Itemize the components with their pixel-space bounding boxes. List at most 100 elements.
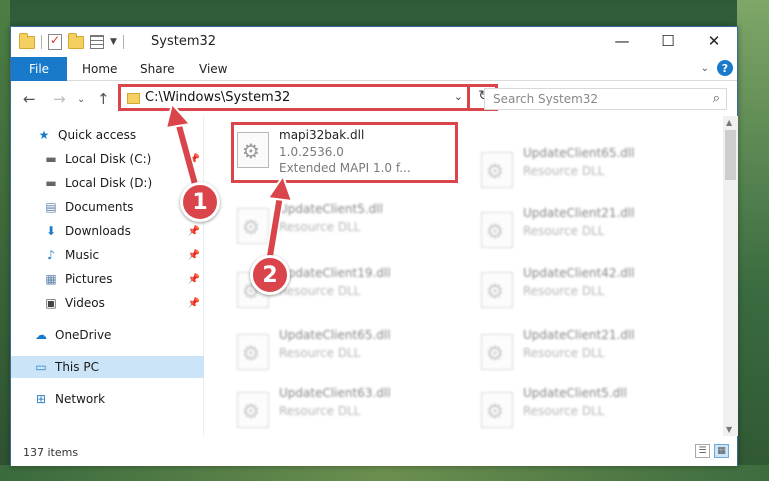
list-item[interactable]: UpdateClient65.dll Resource DLL <box>475 142 701 198</box>
file-name: UpdateClient5.dll <box>523 386 627 400</box>
list-item[interactable]: UpdateClient63.dll Resource DLL <box>231 382 457 436</box>
navigation-pane: ★ Quick access ▬ Local Disk (C:) 📌 ▬ Loc… <box>11 116 204 436</box>
sidebar-item-local-disk-d[interactable]: ▬ Local Disk (D:) <box>11 172 204 194</box>
sidebar-item-videos[interactable]: ▣ Videos 📌 <box>11 292 204 314</box>
sidebar-item-downloads[interactable]: ⬇ Downloads 📌 <box>11 220 204 242</box>
sidebar-item-label: This PC <box>55 360 99 374</box>
file-description: Extended MAPI 1.0 f... <box>279 161 411 175</box>
address-bar[interactable]: C:\Windows\System32 ⌄ ↻ <box>118 84 498 111</box>
list-item[interactable]: UpdateClient21.dll Resource DLL <box>475 324 701 380</box>
tab-view[interactable]: View <box>199 57 227 81</box>
file-name: UpdateClient63.dll <box>279 386 391 400</box>
pin-icon[interactable]: 📌 <box>188 154 200 165</box>
scroll-up-icon[interactable]: ▲ <box>726 118 732 127</box>
help-icon[interactable]: ? <box>717 60 733 76</box>
sidebar-item-onedrive[interactable]: ☁ OneDrive <box>11 324 204 346</box>
dll-file-icon <box>481 272 513 308</box>
quick-access-toolbar: ▼ <box>19 32 124 51</box>
large-icons-view-icon[interactable]: ▦ <box>714 444 729 458</box>
up-arrow-icon[interactable]: ↑ <box>97 90 110 108</box>
cloud-icon: ☁ <box>35 328 47 342</box>
forward-arrow-icon[interactable]: → <box>53 90 66 108</box>
file-name: mapi32bak.dll <box>279 128 365 142</box>
file-type: Resource DLL <box>523 284 605 298</box>
address-path[interactable]: C:\Windows\System32 <box>145 90 290 105</box>
videos-icon: ▣ <box>45 296 57 310</box>
selected-file-tile[interactable]: mapi32bak.dll 1.0.2536.0 Extended MAPI 1… <box>231 122 458 183</box>
dll-file-icon <box>237 334 269 370</box>
sidebar-item-local-disk-c[interactable]: ▬ Local Disk (C:) 📌 <box>11 148 204 170</box>
tab-home[interactable]: Home <box>82 57 117 81</box>
callout-badge-1: 1 <box>180 182 220 222</box>
properties-icon[interactable] <box>48 33 62 50</box>
file-type: Resource DLL <box>279 284 361 298</box>
maximize-button[interactable]: ☐ <box>645 27 691 55</box>
drive-icon: ▬ <box>45 152 57 166</box>
file-name: UpdateClient65.dll <box>523 146 635 160</box>
pin-icon[interactable]: 📌 <box>188 250 200 261</box>
sidebar-item-this-pc[interactable]: ▭ This PC <box>11 356 204 378</box>
scroll-thumb[interactable] <box>725 130 736 180</box>
sidebar-item-label: OneDrive <box>55 328 112 342</box>
list-item[interactable]: UpdateClient5.dll Resource DLL <box>231 198 457 254</box>
dll-file-icon <box>237 132 269 168</box>
pin-icon[interactable]: 📌 <box>188 298 200 309</box>
dll-file-icon <box>237 208 269 244</box>
file-name: UpdateClient65.dll <box>279 328 391 342</box>
back-arrow-icon[interactable]: ← <box>23 90 36 108</box>
pin-icon[interactable]: 📌 <box>188 226 200 237</box>
tab-share[interactable]: Share <box>140 57 175 81</box>
folder-icon[interactable] <box>19 32 35 49</box>
sidebar-item-music[interactable]: ♪ Music 📌 <box>11 244 204 266</box>
title-bar: ▼ System32 — ☐ ✕ <box>11 27 737 57</box>
window-title: System32 <box>151 34 217 49</box>
close-button[interactable]: ✕ <box>691 27 737 55</box>
callout-badge-2: 2 <box>250 255 290 295</box>
sidebar-item-label: Network <box>55 392 106 406</box>
chevron-down-icon[interactable]: ▼ <box>110 37 117 47</box>
dll-file-icon <box>481 392 513 428</box>
recent-chevron-icon[interactable]: ⌄ <box>77 94 85 105</box>
dll-file-icon <box>481 334 513 370</box>
file-name: UpdateClient42.dll <box>523 266 635 280</box>
file-type: Resource DLL <box>523 164 605 178</box>
sidebar-item-documents[interactable]: ▤ Documents <box>11 196 204 218</box>
sidebar-item-pictures[interactable]: ▦ Pictures 📌 <box>11 268 204 290</box>
vertical-scrollbar[interactable]: ▲ ▼ <box>723 116 738 436</box>
ribbon-tabs: File Home Share View ⌄ ? <box>11 57 737 81</box>
music-icon: ♪ <box>47 248 55 262</box>
pin-icon[interactable]: 📌 <box>188 274 200 285</box>
list-item[interactable]: UpdateClient5.dll Resource DLL <box>475 382 701 436</box>
search-input[interactable]: Search System32 ⌕ <box>484 88 727 110</box>
window-controls: — ☐ ✕ <box>599 27 737 55</box>
item-count: 137 items <box>23 446 79 459</box>
file-type: Resource DLL <box>279 346 361 360</box>
customize-view-icon[interactable] <box>90 35 104 49</box>
list-item[interactable]: UpdateClient42.dll Resource DLL <box>475 262 701 318</box>
sidebar-item-label: Local Disk (D:) <box>65 176 153 190</box>
address-divider <box>467 87 470 108</box>
tab-file[interactable]: File <box>11 57 67 81</box>
details-view-icon[interactable]: ☰ <box>695 444 710 458</box>
scroll-down-icon[interactable]: ▼ <box>726 425 732 434</box>
computer-icon: ▭ <box>35 360 47 374</box>
search-icon[interactable]: ⌕ <box>713 91 720 106</box>
sidebar-item-label: Quick access <box>58 128 137 142</box>
chevron-down-icon[interactable]: ⌄ <box>454 90 463 103</box>
sidebar-item-network[interactable]: ⊞ Network <box>11 388 204 410</box>
navigation-bar: ← → ⌄ ↑ C:\Windows\System32 ⌄ ↻ Search S… <box>11 82 737 116</box>
sidebar-item-label: Documents <box>65 200 134 214</box>
sidebar-item-quick-access[interactable]: ★ Quick access <box>11 124 204 146</box>
search-placeholder: Search System32 <box>493 92 599 106</box>
sidebar-item-label: Videos <box>65 296 105 310</box>
folder-icon <box>127 93 140 104</box>
file-name: UpdateClient21.dll <box>523 328 635 342</box>
minimize-button[interactable]: — <box>599 27 645 55</box>
list-item[interactable]: UpdateClient65.dll Resource DLL <box>231 324 457 380</box>
file-name: UpdateClient21.dll <box>523 206 635 220</box>
new-folder-icon[interactable] <box>68 32 84 49</box>
list-item[interactable]: UpdateClient21.dll Resource DLL <box>475 202 701 258</box>
file-type: Resource DLL <box>523 224 605 238</box>
sidebar-item-label: Pictures <box>65 272 113 286</box>
expand-ribbon-icon[interactable]: ⌄ <box>701 63 709 74</box>
